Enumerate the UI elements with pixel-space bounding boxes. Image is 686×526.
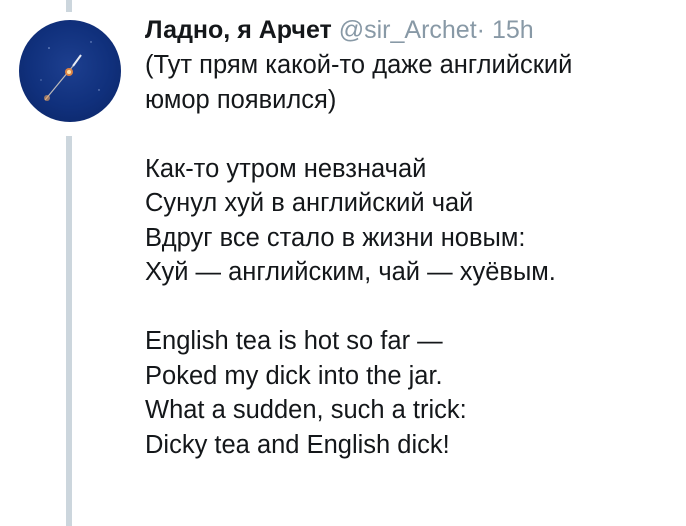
avatar[interactable]	[19, 20, 121, 122]
tweet-text-blank-line	[145, 117, 680, 152]
thread-connector-top	[66, 0, 72, 12]
tweet-text-line: Как-то утром невзначай	[145, 154, 427, 183]
rocket-launch-icon	[40, 41, 100, 101]
tweet-text-blank-line	[145, 290, 680, 325]
tweet-text-line: English tea is hot so far —	[145, 327, 443, 355]
tweet[interactable]: Ладно, я Арчет @sir_Archet· 15h (Тут пря…	[145, 14, 680, 462]
tweet-text: (Тут прям какой-то даже английский юмор …	[145, 48, 680, 462]
tweet-header: Ладно, я Арчет @sir_Archet· 15h	[145, 14, 680, 46]
tweet-text-line: Сунул хуй в английский чай	[145, 189, 474, 217]
tweet-text-line: What a sudden, such a trick:	[145, 396, 467, 424]
display-name[interactable]: Ладно, я Арчет	[145, 16, 332, 44]
tweet-text-line: Вдруг все стало в жизни новым:	[145, 223, 526, 252]
thread-connector-bottom	[66, 136, 72, 526]
tweet-timestamp[interactable]: 15h	[492, 16, 534, 44]
user-handle[interactable]: @sir_Archet	[339, 16, 477, 44]
tweet-text-line: (Тут прям какой-то даже английский	[145, 51, 573, 79]
tweet-text-line: юмор появился)	[145, 85, 337, 114]
tweet-text-line: Dicky tea and English dick!	[145, 430, 450, 459]
tweet-text-line: Хуй — английским, чай — хуёвым.	[145, 258, 556, 286]
header-separator: ·	[476, 16, 485, 44]
tweet-text-line: Poked my dick into the jar.	[145, 361, 443, 390]
